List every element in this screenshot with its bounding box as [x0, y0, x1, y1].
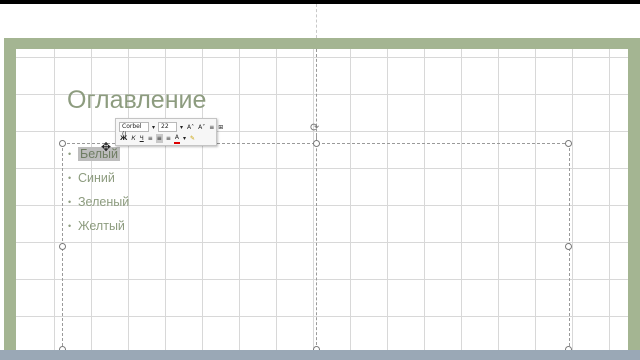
bullet-text[interactable]: Желтый	[78, 219, 125, 233]
bullet-icon: •	[68, 173, 72, 183]
content-placeholder[interactable]	[59, 140, 572, 353]
underline-button[interactable]: Ч	[139, 134, 145, 143]
rotate-handle-icon[interactable]: ⟳	[310, 121, 319, 134]
shrink-font-button[interactable]: A˅	[197, 123, 206, 132]
bullet-icon: •	[68, 149, 72, 159]
font-color-icon[interactable]: A	[173, 133, 180, 144]
slide-title[interactable]: Оглавление	[67, 86, 206, 115]
mini-toolbar: Corbel (I ▾ 22 ▾ A˄ A˅ ≡ ⊞ Ж К Ч ≡ ≡ ≡ A…	[115, 118, 223, 146]
bullet-list: • Белый • Синий • Зеленый • Желтый	[68, 146, 129, 242]
resize-handle-left[interactable]	[59, 243, 66, 250]
list-item[interactable]: • Синий	[68, 170, 129, 194]
list-item[interactable]: • Зеленый	[68, 194, 129, 218]
font-size-field[interactable]: 22	[158, 122, 178, 132]
vertical-guide-outside	[316, 4, 317, 38]
resize-handle-top-left[interactable]	[59, 140, 66, 147]
format-painter-icon[interactable]: ✎	[189, 134, 196, 143]
bottom-status-bar	[0, 350, 640, 360]
top-black-bar	[0, 0, 640, 4]
grow-font-button[interactable]: A˄	[186, 123, 195, 132]
align-center-icon[interactable]: ≡	[155, 134, 163, 143]
font-color-dropdown-icon[interactable]: ▾	[182, 134, 187, 143]
bullet-text[interactable]: Синий	[78, 171, 115, 185]
bold-button[interactable]: Ж	[119, 134, 128, 143]
resize-handle-right[interactable]	[565, 243, 572, 250]
font-dropdown-icon[interactable]: ▾	[151, 123, 156, 132]
bullet-text[interactable]: Зеленый	[78, 195, 129, 209]
list-item[interactable]: • Желтый	[68, 218, 129, 242]
resize-handle-top-right[interactable]	[565, 140, 572, 147]
bullet-icon: •	[68, 221, 72, 231]
align-right-icon[interactable]: ≡	[165, 134, 172, 143]
resize-handle-top[interactable]	[313, 140, 320, 147]
italic-button[interactable]: К	[130, 134, 136, 143]
indent-icon[interactable]: ⊞	[217, 123, 224, 132]
align-left-icon[interactable]: ≡	[147, 134, 154, 143]
bullet-icon: •	[68, 197, 72, 207]
bullet-text-selected[interactable]: Белый	[78, 147, 121, 161]
list-item[interactable]: • Белый	[68, 146, 129, 170]
size-dropdown-icon[interactable]: ▾	[179, 123, 184, 132]
bullets-icon[interactable]: ≡	[208, 123, 215, 132]
font-name-field[interactable]: Corbel (I	[119, 122, 149, 138]
move-cursor-icon: ✥	[101, 140, 112, 154]
